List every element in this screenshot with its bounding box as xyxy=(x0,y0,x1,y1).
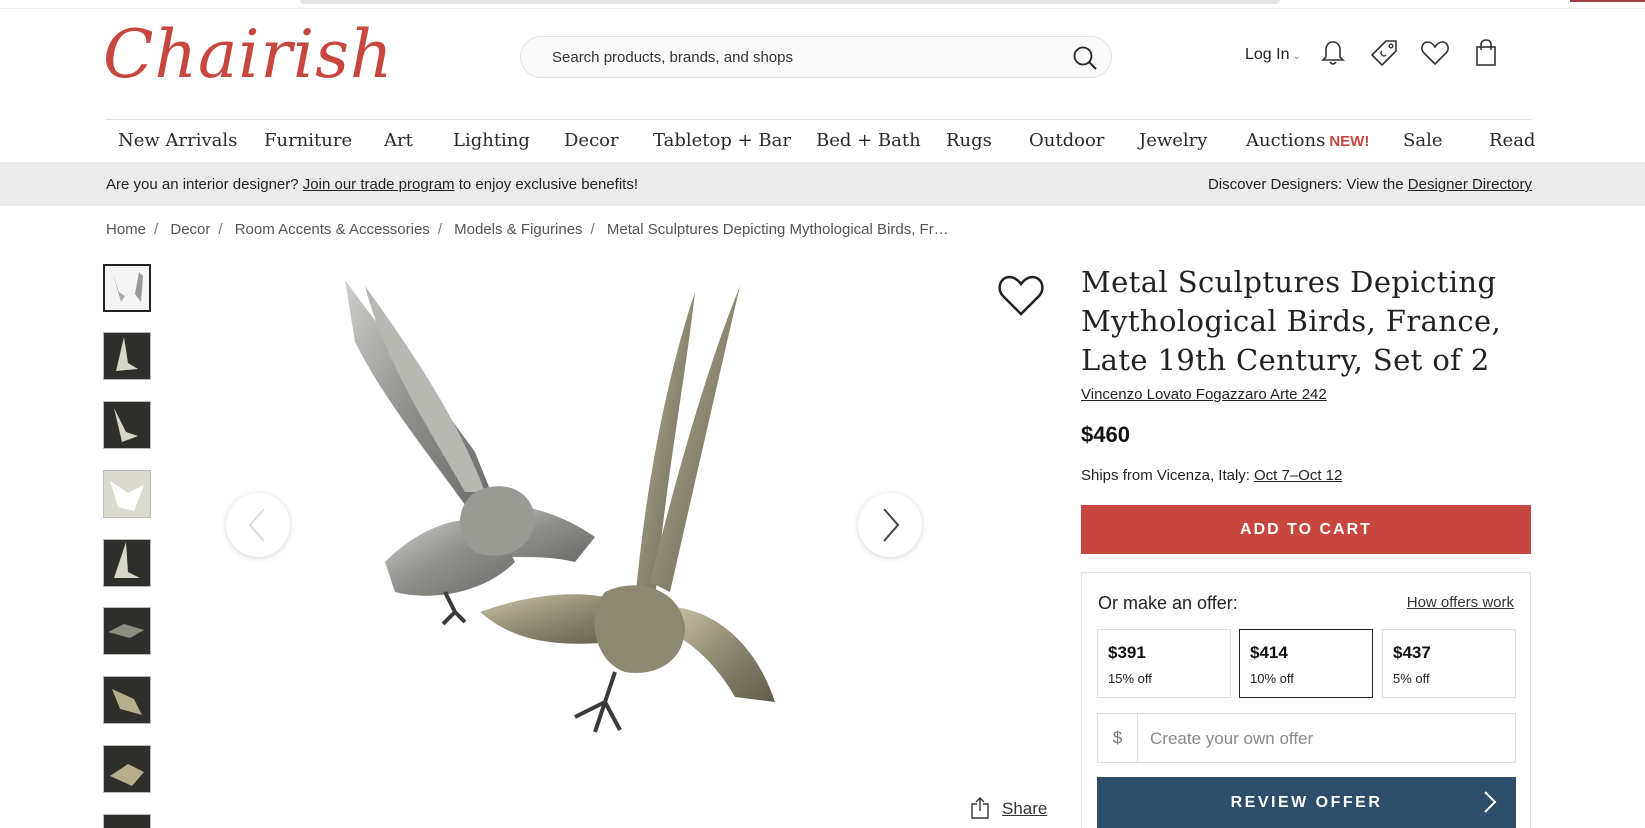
offer-option-price: $437 xyxy=(1393,643,1431,662)
nav-rugs[interactable]: Rugs xyxy=(946,130,992,151)
trade-program-link[interactable]: Join our trade program xyxy=(303,176,455,193)
offer-option-discount: 15% off xyxy=(1108,671,1152,686)
breadcrumb-separator: / xyxy=(437,221,442,238)
breadcrumb: Home / Decor / Room Accents & Accessories /… xyxy=(106,221,949,238)
chevron-down-icon: ⌄ xyxy=(1292,51,1301,62)
nav-outdoor[interactable]: Outdoor xyxy=(1029,130,1104,151)
product-title: Metal Sculptures Depicting Mythological … xyxy=(1081,265,1502,377)
custom-offer-input[interactable]: Create your own offer xyxy=(1150,729,1313,749)
offer-option-discount: 10% off xyxy=(1250,671,1294,686)
nav-lighting[interactable]: Lighting xyxy=(453,130,530,151)
product-thumbnail[interactable] xyxy=(103,745,151,793)
offer-option-price: $414 xyxy=(1250,643,1288,662)
chevron-left-icon xyxy=(248,508,265,542)
how-offers-work-link[interactable]: How offers work xyxy=(1407,594,1514,611)
nav-art[interactable]: Art xyxy=(384,130,413,151)
search-icon[interactable] xyxy=(1071,44,1099,72)
promo-right-prefix: Discover Designers: View the xyxy=(1207,176,1404,193)
offer-option-5[interactable]: $437 5% off xyxy=(1382,629,1516,698)
nav-auctions[interactable]: Auctions NEW! xyxy=(1246,130,1369,151)
carousel-prev-button[interactable] xyxy=(226,493,290,557)
product-thumbnail[interactable] xyxy=(103,814,151,828)
nav-bed-bath[interactable]: Bed + Bath xyxy=(816,130,921,151)
search-input[interactable]: Search products, brands, and shops xyxy=(552,49,793,66)
delivery-dates-link[interactable]: Oct 7–Oct 12 xyxy=(1254,467,1342,484)
breadcrumb-separator: / xyxy=(218,221,223,238)
chevron-right-icon xyxy=(883,508,900,542)
ships-from-label: Ships from Vicenza, Italy: xyxy=(1081,467,1250,484)
top-scroll-indicator xyxy=(300,0,1280,4)
offer-option-discount: 5% off xyxy=(1393,671,1430,686)
nav-new-arrivals[interactable]: New Arrivals xyxy=(118,130,237,151)
carousel-next-button[interactable] xyxy=(858,493,922,557)
search-bar[interactable]: Search products, brands, and shops xyxy=(520,36,1112,78)
nav-read[interactable]: Read xyxy=(1489,130,1535,151)
promo-left-prefix: Are you an interior designer? xyxy=(106,176,299,193)
header-divider xyxy=(0,8,1645,9)
nav-sale[interactable]: Sale xyxy=(1403,130,1442,151)
trade-program-message: Are you an interior designer? Join our t… xyxy=(106,176,638,193)
designer-directory-message: Discover Designers: View the Designer Di… xyxy=(1208,176,1532,193)
nav-auctions-label[interactable]: Auctions xyxy=(1246,130,1325,151)
offer-option-10[interactable]: $414 10% off xyxy=(1239,629,1373,698)
product-thumbnail[interactable] xyxy=(103,264,151,312)
new-badge: NEW! xyxy=(1329,133,1370,150)
breadcrumb-models-figurines[interactable]: Models & Figurines xyxy=(454,221,582,238)
chevron-right-icon xyxy=(1484,791,1497,813)
top-accent-bar xyxy=(1570,0,1645,2)
offer-option-15[interactable]: $391 15% off xyxy=(1097,629,1231,698)
price-tag-icon[interactable] xyxy=(1369,38,1399,68)
currency-symbol: $ xyxy=(1098,714,1138,762)
heart-icon[interactable] xyxy=(1420,38,1450,68)
bird-sculptures-image xyxy=(345,280,775,733)
review-offer-button[interactable]: REVIEW OFFER xyxy=(1097,777,1516,828)
product-thumbnail[interactable] xyxy=(103,676,151,724)
breadcrumb-current: Metal Sculptures Depicting Mythological … xyxy=(606,221,949,238)
nav-divider xyxy=(106,119,1532,120)
promo-left-suffix: to enjoy exclusive benefits! xyxy=(458,176,638,193)
breadcrumb-separator: / xyxy=(154,221,159,238)
offer-option-price: $391 xyxy=(1108,643,1146,662)
nav-decor[interactable]: Decor xyxy=(564,130,619,151)
product-thumbnail[interactable] xyxy=(103,401,151,449)
nav-jewelry[interactable]: Jewelry xyxy=(1139,130,1207,151)
designer-directory-link[interactable]: Designer Directory xyxy=(1408,176,1532,193)
breadcrumb-home[interactable]: Home xyxy=(106,221,146,238)
favorite-heart-icon[interactable] xyxy=(996,270,1046,320)
breadcrumb-decor[interactable]: Decor xyxy=(170,221,210,238)
make-offer-panel: Or make an offer: How offers work $391 1… xyxy=(1081,572,1531,828)
custom-offer-field[interactable]: $ Create your own offer xyxy=(1097,713,1516,763)
offer-label: Or make an offer: xyxy=(1098,593,1238,613)
shipping-info: Ships from Vicenza, Italy: Oct 7–Oct 12 xyxy=(1081,467,1342,484)
review-offer-label[interactable]: REVIEW OFFER xyxy=(1231,794,1383,811)
product-thumbnail[interactable] xyxy=(103,607,151,655)
trade-promo-bar: Are you an interior designer? Join our t… xyxy=(0,162,1645,206)
nav-tabletop-bar[interactable]: Tabletop + Bar xyxy=(653,130,791,151)
login-label[interactable]: Log In xyxy=(1245,46,1289,63)
nav-furniture[interactable]: Furniture xyxy=(264,130,352,151)
product-thumbnail[interactable] xyxy=(103,539,151,587)
chairish-logo[interactable]: Chairish xyxy=(103,10,394,100)
add-to-cart-button[interactable]: ADD TO CART xyxy=(1081,505,1531,554)
main-nav: New Arrivals Furniture Art Lighting Deco… xyxy=(106,125,1536,161)
bell-icon[interactable] xyxy=(1318,38,1348,68)
seller-link[interactable]: Vincenzo Lovato Fogazzaro Arte 242 xyxy=(1081,386,1327,403)
breadcrumb-room-accents[interactable]: Room Accents & Accessories xyxy=(235,221,430,238)
product-main-image[interactable] xyxy=(215,262,935,782)
product-thumbnail[interactable] xyxy=(103,470,151,518)
shopping-bag-icon[interactable] xyxy=(1471,38,1501,68)
product-price: $460 xyxy=(1081,422,1130,447)
share-icon[interactable] xyxy=(968,796,992,820)
product-thumbnail[interactable] xyxy=(103,332,151,380)
breadcrumb-separator: / xyxy=(590,221,595,238)
login-menu[interactable]: Log In ⌄ xyxy=(1245,46,1301,64)
share-link[interactable]: Share xyxy=(1002,799,1047,819)
